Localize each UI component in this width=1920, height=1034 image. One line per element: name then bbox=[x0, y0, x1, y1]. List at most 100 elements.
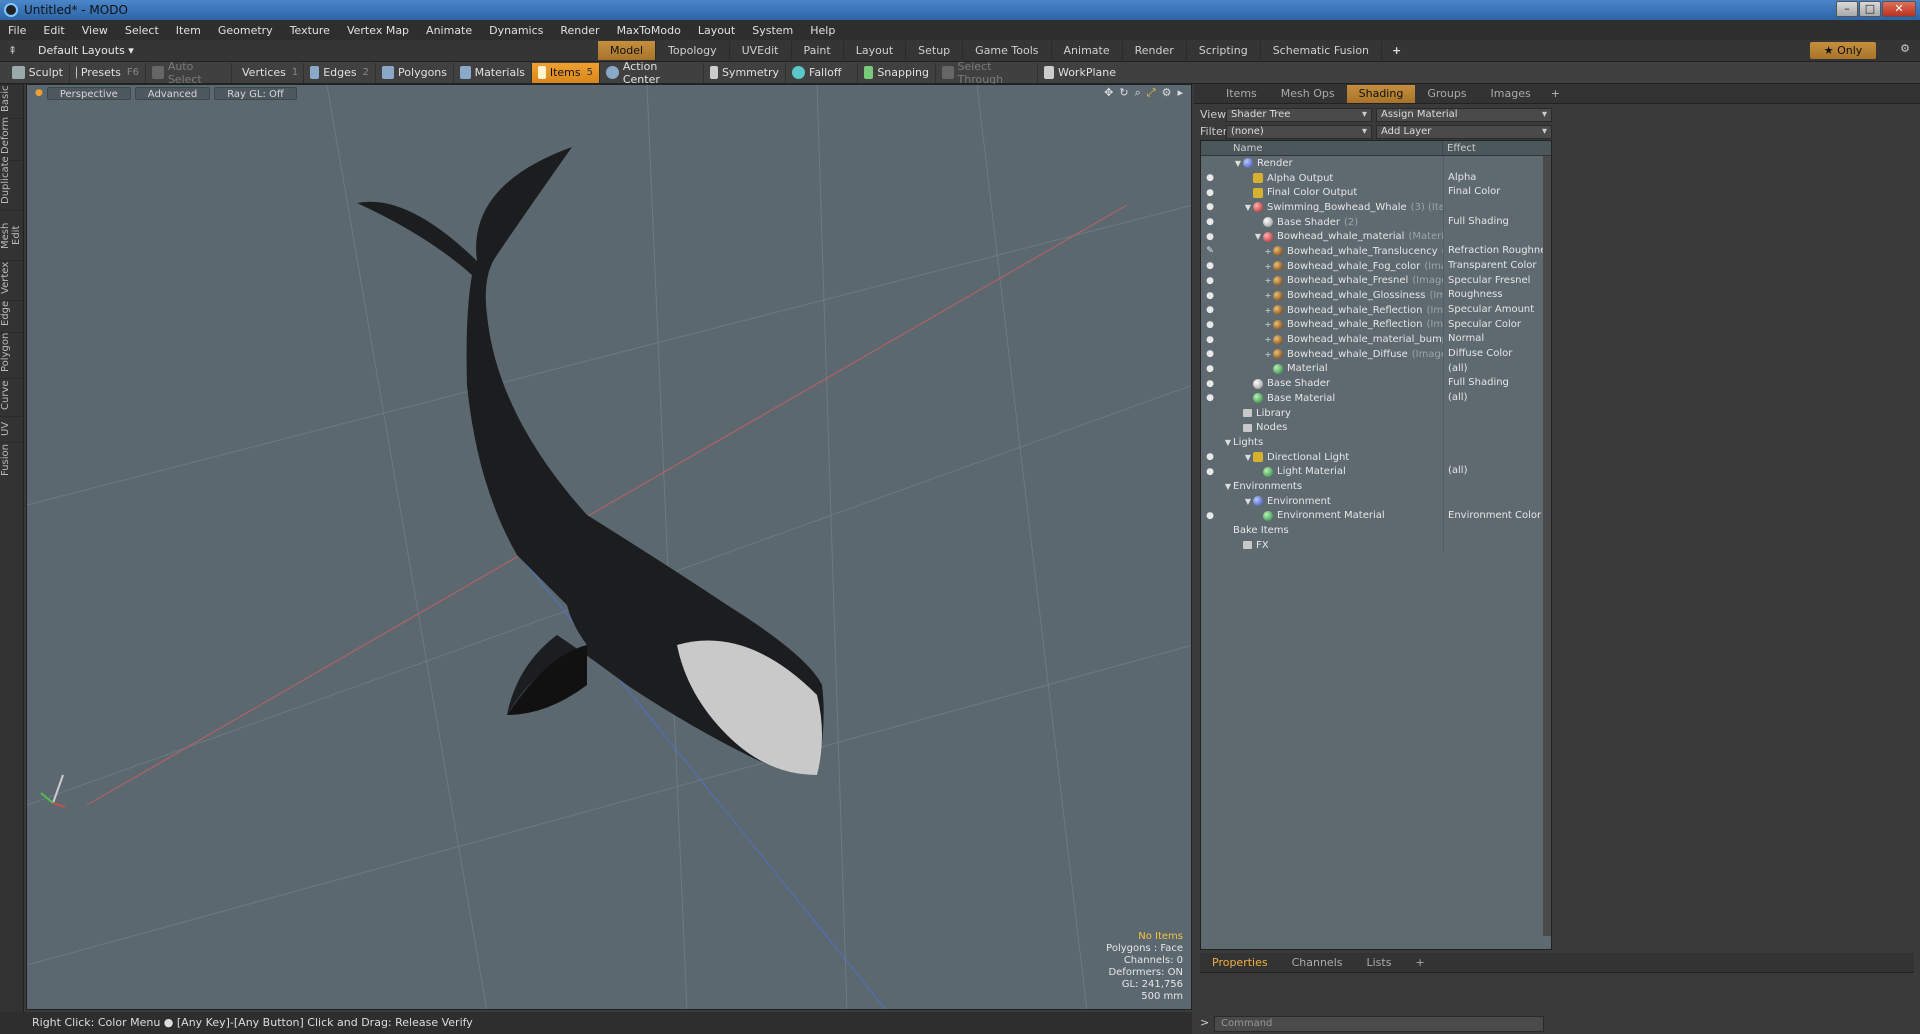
tree-row[interactable]: ● + Bowhead_whale_Reflection(Image) ...Spe… bbox=[1201, 302, 1551, 318]
effect-cell[interactable]: Environment Color bbox=[1443, 508, 1549, 524]
tree-row[interactable]: ●Base Material(all)▾ bbox=[1201, 391, 1551, 406]
visibility-eye-icon[interactable]: ● bbox=[1201, 335, 1219, 345]
effect-cell[interactable] bbox=[1443, 537, 1549, 553]
effect-cell[interactable] bbox=[1443, 449, 1549, 465]
left-tab-curve[interactable]: Curve bbox=[0, 378, 24, 416]
tree-row[interactable]: ● + Bowhead_whale_Fresnel(Image)Specular F… bbox=[1201, 273, 1551, 289]
visibility-eye-icon[interactable]: ● bbox=[1201, 452, 1219, 462]
auto-select-button[interactable]: Auto Select bbox=[146, 60, 232, 86]
perspective-button[interactable]: Perspective bbox=[46, 86, 131, 100]
assign-material-dropdown[interactable]: Assign Material bbox=[1376, 107, 1552, 122]
tab-lists[interactable]: Lists bbox=[1355, 954, 1404, 972]
visibility-eye-icon[interactable]: ● bbox=[1201, 393, 1219, 403]
menu-layout[interactable]: Layout bbox=[698, 24, 735, 37]
tab-model[interactable]: Model bbox=[598, 41, 657, 60]
tree-row[interactable]: ✎+Bowhead_whale_Translucency(Image)Refra… bbox=[1201, 244, 1551, 259]
filter-dropdown[interactable]: (none) bbox=[1226, 124, 1372, 139]
left-tab-vertex[interactable]: Vertex bbox=[0, 260, 24, 300]
viewport-expand-icon[interactable]: ▸ bbox=[1177, 86, 1183, 100]
layout-pin-icon[interactable]: ⇞ bbox=[8, 44, 22, 57]
tree-row[interactable]: ● + Bowhead_whale_Reflection(Image)Specula… bbox=[1201, 317, 1551, 333]
tree-row[interactable]: ▼ Lights bbox=[1201, 435, 1551, 450]
minimize-button[interactable]: – bbox=[1836, 1, 1858, 17]
twirl-icon[interactable]: ▼ bbox=[1223, 482, 1233, 491]
twirl-icon[interactable]: + bbox=[1263, 262, 1273, 271]
left-tab-mesh-edit[interactable]: Mesh Edit bbox=[0, 210, 24, 260]
pan-icon[interactable]: ✥ bbox=[1104, 86, 1113, 100]
effect-cell[interactable]: Normal bbox=[1443, 332, 1549, 347]
effect-cell[interactable]: (all) bbox=[1443, 391, 1549, 406]
sculpt-button[interactable]: Sculpt bbox=[6, 62, 70, 83]
left-tab-duplicate[interactable]: Duplicate bbox=[0, 156, 24, 210]
effect-cell[interactable] bbox=[1443, 493, 1549, 509]
effect-cell[interactable]: Diffuse Color bbox=[1443, 346, 1549, 362]
tab-channels[interactable]: Channels bbox=[1280, 954, 1355, 972]
add-properties-tab-button[interactable]: + bbox=[1403, 954, 1436, 972]
tree-row[interactable]: ● ▼ Swimming_Bowhead_Whale(3) (Item) bbox=[1201, 200, 1551, 215]
viewport-menu-dot[interactable]: ● bbox=[35, 88, 43, 98]
col-effect[interactable]: Effect bbox=[1443, 141, 1476, 155]
menu-render[interactable]: Render bbox=[560, 24, 599, 37]
default-layouts-dropdown[interactable]: Default Layouts ▾ bbox=[38, 44, 598, 57]
visibility-eye-icon[interactable]: ● bbox=[1201, 217, 1219, 227]
tree-row[interactable]: ● + Bowhead_whale_Glossiness(Image)Roughne… bbox=[1201, 288, 1551, 303]
tree-row[interactable]: ▼ Environment bbox=[1201, 493, 1551, 509]
twirl-icon[interactable]: + bbox=[1263, 320, 1273, 329]
tree-row[interactable]: ● + Bowhead_whale_Fog_color(Image)Transpar… bbox=[1201, 258, 1551, 274]
tree-row[interactable]: ● ▼ Bowhead_whale_material(Material) bbox=[1201, 229, 1551, 245]
effect-cell[interactable] bbox=[1443, 156, 1549, 171]
effect-cell[interactable]: Full Shading bbox=[1443, 214, 1549, 230]
3d-viewport[interactable]: ● Perspective Advanced Ray GL: Off ✥ ↻ ⌕… bbox=[26, 84, 1192, 1010]
menu-maxtomodo[interactable]: MaxToModo bbox=[617, 24, 681, 37]
tab-paint[interactable]: Paint bbox=[792, 41, 844, 60]
effect-cell[interactable]: Refraction Roughness bbox=[1443, 244, 1549, 259]
tab-scripting[interactable]: Scripting bbox=[1187, 41, 1261, 60]
effect-cell[interactable]: Roughness bbox=[1443, 288, 1549, 303]
tab-shading[interactable]: Shading bbox=[1346, 84, 1416, 103]
effect-cell[interactable] bbox=[1443, 200, 1549, 215]
menu-dynamics[interactable]: Dynamics bbox=[489, 24, 543, 37]
presets-button[interactable]: Presets F6 bbox=[70, 62, 146, 83]
fit-icon[interactable]: ⤢ bbox=[1147, 86, 1156, 100]
twirl-icon[interactable]: ▼ bbox=[1223, 438, 1233, 447]
tree-row[interactable]: Library bbox=[1201, 405, 1551, 421]
symmetry-button[interactable]: Symmetry bbox=[704, 62, 786, 83]
materials-button[interactable]: Materials bbox=[454, 62, 532, 83]
menu-select[interactable]: Select bbox=[125, 24, 159, 37]
tab-schematic-fusion[interactable]: Schematic Fusion bbox=[1261, 41, 1383, 60]
left-tab-polygon[interactable]: Polygon bbox=[0, 332, 24, 378]
gear-icon[interactable]: ⚙ bbox=[1900, 42, 1910, 55]
visibility-eye-icon[interactable]: ● bbox=[1201, 349, 1219, 359]
tree-row[interactable]: FX bbox=[1201, 537, 1551, 553]
tab-game-tools[interactable]: Game Tools bbox=[963, 41, 1052, 60]
effect-cell[interactable]: Specular Amount bbox=[1443, 302, 1549, 318]
effect-cell[interactable]: Full Shading bbox=[1443, 376, 1549, 391]
visibility-eye-icon[interactable]: ● bbox=[1201, 364, 1219, 374]
action-center-button[interactable]: Action Center bbox=[600, 60, 704, 86]
workplane-button[interactable]: WorkPlane bbox=[1038, 63, 1122, 83]
vertices-button[interactable]: Vertices 1 bbox=[232, 62, 304, 83]
visibility-eye-icon[interactable]: ● bbox=[1201, 188, 1219, 198]
effect-cell[interactable]: Alpha bbox=[1443, 170, 1549, 186]
advanced-button[interactable]: Advanced bbox=[134, 86, 211, 100]
polygons-button[interactable]: Polygons bbox=[376, 62, 454, 83]
visibility-eye-icon[interactable]: ● bbox=[1201, 173, 1219, 183]
tree-row[interactable]: Nodes bbox=[1201, 420, 1551, 436]
tree-row[interactable]: ● ▼ Directional Light bbox=[1201, 449, 1551, 465]
visibility-eye-icon[interactable]: ● bbox=[1201, 276, 1219, 286]
visibility-eye-icon[interactable]: ● bbox=[1201, 379, 1219, 389]
effect-cell[interactable] bbox=[1443, 523, 1549, 538]
add-panel-tab-button[interactable]: + bbox=[1543, 87, 1568, 100]
tab-uvedit[interactable]: UVEdit bbox=[730, 41, 792, 60]
menu-texture[interactable]: Texture bbox=[290, 24, 330, 37]
twirl-icon[interactable]: + bbox=[1263, 247, 1273, 256]
twirl-icon[interactable]: + bbox=[1263, 350, 1273, 359]
visibility-eye-icon[interactable]: ● bbox=[1201, 305, 1219, 315]
twirl-icon[interactable]: + bbox=[1263, 276, 1273, 285]
tree-row[interactable]: ▼ Render bbox=[1201, 156, 1551, 171]
tree-row[interactable]: ●Light Material(all)▾ bbox=[1201, 464, 1551, 480]
maximize-button[interactable]: □ bbox=[1859, 1, 1881, 17]
tab-properties[interactable]: Properties bbox=[1200, 954, 1280, 972]
visibility-eye-icon[interactable]: ● bbox=[1201, 261, 1219, 271]
menu-help[interactable]: Help bbox=[810, 24, 835, 37]
